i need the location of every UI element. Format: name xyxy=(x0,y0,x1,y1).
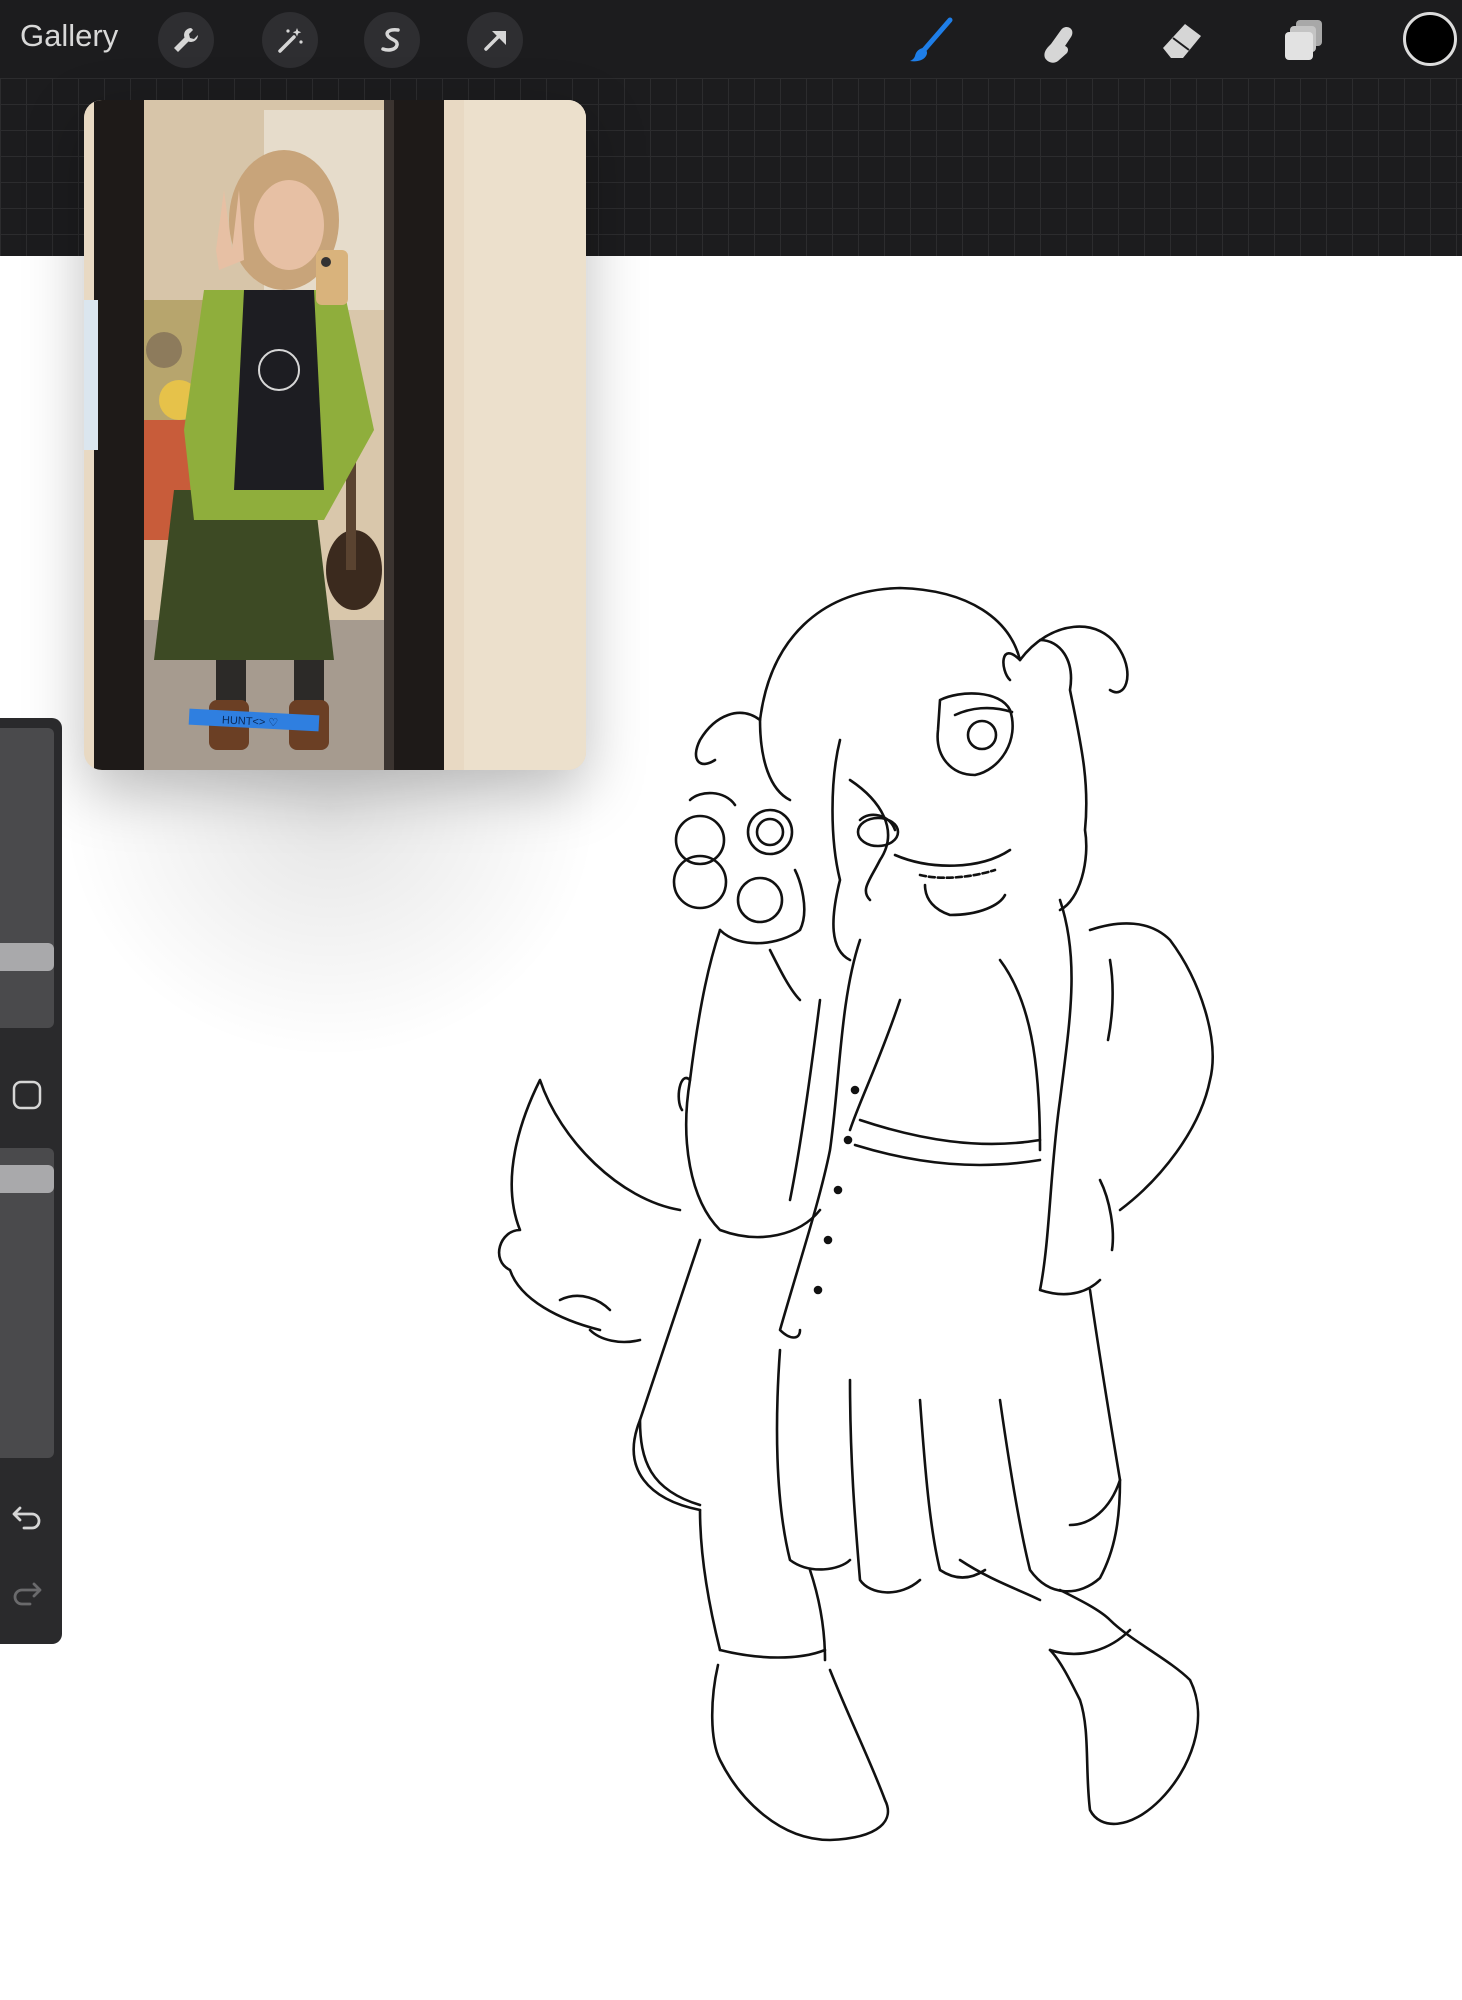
side-toolbar xyxy=(0,718,62,1644)
redo-button[interactable] xyxy=(0,1564,54,1618)
modify-button[interactable] xyxy=(0,1068,54,1122)
brush-size-slider-thumb[interactable] xyxy=(0,943,54,971)
reference-photo: HUNT<> ♡ xyxy=(84,100,586,770)
reference-window[interactable]: HUNT<> ♡ xyxy=(84,100,586,770)
redo-icon xyxy=(13,1582,42,1606)
square-icon xyxy=(12,1080,42,1110)
brush-size-slider[interactable] xyxy=(0,728,54,1028)
opacity-slider-thumb[interactable] xyxy=(0,1165,54,1193)
undo-icon xyxy=(12,1506,41,1530)
opacity-slider[interactable] xyxy=(0,1148,54,1458)
undo-button[interactable] xyxy=(0,1488,54,1542)
